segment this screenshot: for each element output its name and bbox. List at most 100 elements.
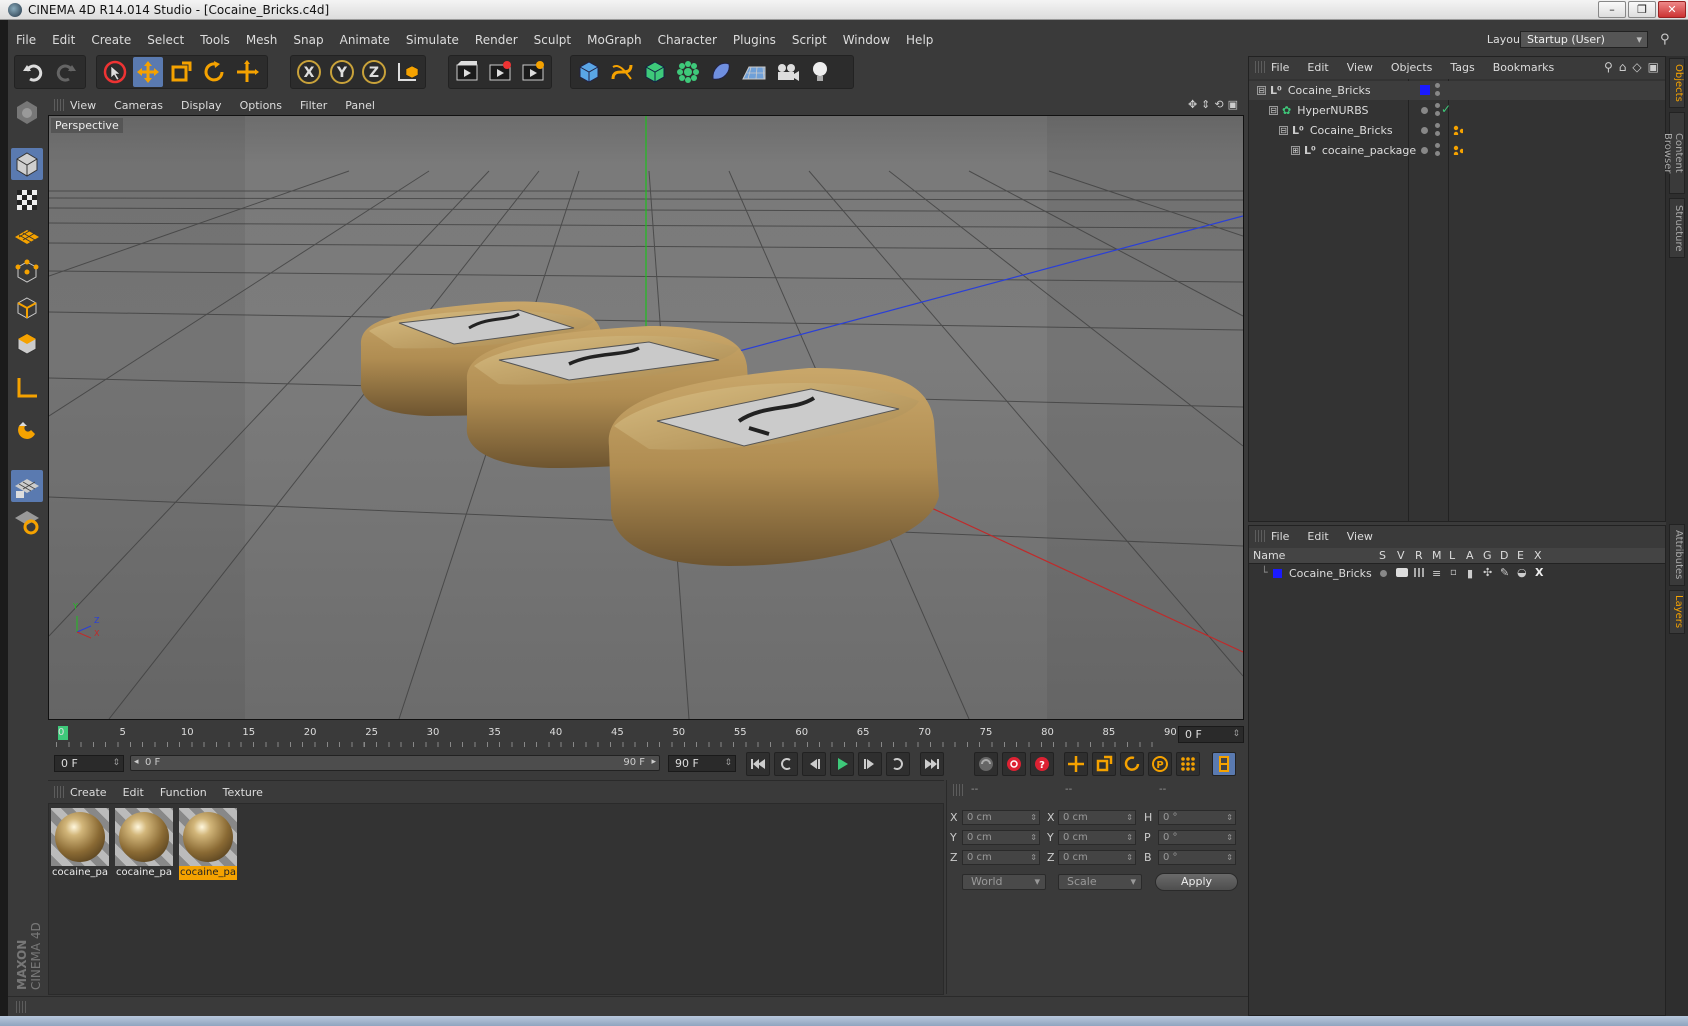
enabled-check-icon[interactable]: ✓ (1441, 102, 1451, 116)
layer-col-generators[interactable]: G (1483, 549, 1492, 562)
render-settings-icon[interactable] (518, 57, 548, 87)
layer-col-xref[interactable]: X (1534, 549, 1542, 562)
material-menu-edit[interactable]: Edit (123, 786, 144, 799)
size-y-field[interactable]: 0 cm (1058, 830, 1136, 845)
key-parameter-icon[interactable]: P (1148, 752, 1172, 776)
tab-structure[interactable]: Structure (1669, 198, 1685, 258)
rotate-view-icon[interactable]: ⟲ (1214, 98, 1223, 111)
next-keyframe-icon[interactable] (886, 752, 910, 776)
editor-visibility-dot[interactable] (1435, 103, 1440, 108)
z-axis-lock-icon[interactable]: Z (360, 57, 390, 87)
menu-sculpt[interactable]: Sculpt (534, 33, 571, 47)
move-tool-icon[interactable] (133, 57, 163, 87)
viewport-camera-label[interactable]: Perspective (51, 118, 123, 133)
panel-maximize-icon[interactable]: ▣ (1648, 60, 1659, 74)
pos-x-field[interactable]: 0 cm (962, 810, 1040, 825)
layer-lock-icon[interactable]: ▫ (1450, 567, 1457, 578)
layer-manager-icon[interactable]: ≡ (1432, 567, 1441, 580)
layer-menu-edit[interactable]: Edit (1307, 530, 1328, 543)
viewport-menu-options[interactable]: Options (240, 99, 282, 112)
texture-mode-icon[interactable] (11, 184, 43, 216)
menu-character[interactable]: Character (658, 33, 717, 47)
layer-col-solo[interactable]: S (1379, 549, 1386, 562)
layer-render-icon[interactable] (1414, 568, 1426, 577)
layer-col-expressions[interactable]: E (1517, 549, 1524, 562)
spline-pen-icon[interactable] (607, 57, 637, 87)
menu-mesh[interactable]: Mesh (246, 33, 278, 47)
render-visibility-dot[interactable] (1435, 131, 1440, 136)
deformer-icon[interactable] (706, 57, 736, 87)
layer-row[interactable]: └ Cocaine_Bricks ≡ ▫ ▮ ✣ ✎ ◒ X (1249, 566, 1665, 582)
key-rotation-icon[interactable] (1120, 752, 1144, 776)
nurbs-generator-icon[interactable] (640, 57, 670, 87)
pos-z-field[interactable]: 0 cm (962, 850, 1040, 865)
axis-mode-icon[interactable] (11, 372, 43, 404)
viewport-menu-cameras[interactable]: Cameras (114, 99, 163, 112)
object-menu-objects[interactable]: Objects (1391, 61, 1433, 74)
workplane-lock-icon[interactable] (11, 470, 43, 502)
expand-toggle-icon[interactable]: ⊟ (1279, 126, 1288, 135)
make-editable-icon[interactable] (11, 96, 43, 128)
home-icon[interactable]: ⌂ (1619, 60, 1627, 74)
cube-object-icon[interactable] (574, 57, 604, 87)
object-menu-view[interactable]: View (1347, 61, 1373, 74)
tab-content-browser[interactable]: Content Browser (1662, 112, 1685, 194)
expand-toggle-icon[interactable]: ⊟ (1269, 106, 1278, 115)
menu-simulate[interactable]: Simulate (406, 33, 459, 47)
menu-snap[interactable]: Snap (293, 33, 323, 47)
render-visibility-dot[interactable] (1435, 111, 1440, 116)
menu-create[interactable]: Create (91, 33, 131, 47)
layer-col-view[interactable]: V (1397, 549, 1405, 562)
play-forwards-icon[interactable] (830, 752, 854, 776)
layer-solo-toggle[interactable] (1380, 570, 1387, 577)
material-swatch-selected[interactable]: cocaine_pa (179, 808, 237, 882)
material-list[interactable]: cocaine_pa cocaine_pa cocaine_pa (48, 803, 944, 995)
perspective-viewport[interactable]: Perspective Y Z X (48, 115, 1244, 720)
editor-visibility-dot[interactable] (1435, 123, 1440, 128)
timeline-ruler[interactable]: 0 5 10 15 20 25 30 35 40 45 50 55 60 65 70 75 80 85 90 0 F (48, 722, 1244, 748)
material-menu-create[interactable]: Create (70, 786, 107, 799)
cocaine-brick-3[interactable] (608, 368, 939, 566)
rotate-tool-icon[interactable] (199, 57, 229, 87)
edges-mode-icon[interactable] (11, 292, 43, 324)
layer-deformers-icon[interactable]: ✎ (1500, 566, 1509, 579)
layout-select[interactable]: Startup (User) (1520, 31, 1648, 48)
menu-animate[interactable]: Animate (340, 33, 390, 47)
floor-environment-icon[interactable] (739, 57, 769, 87)
viewport-menu-panel[interactable]: Panel (345, 99, 375, 112)
panel-grip-icon[interactable] (54, 99, 64, 111)
redo-icon[interactable] (51, 57, 81, 87)
layer-xref-icon[interactable]: X (1535, 566, 1543, 579)
move-view-icon[interactable]: ✥ (1188, 98, 1197, 111)
material-panel-grip-icon[interactable] (54, 786, 64, 798)
points-mode-icon[interactable] (11, 256, 43, 288)
layer-view-eye-icon[interactable] (1396, 568, 1408, 577)
layer-menu-view[interactable]: View (1347, 530, 1373, 543)
layer-panel-grip-icon[interactable] (1255, 530, 1265, 542)
layer-menu-file[interactable]: File (1271, 530, 1289, 543)
object-row[interactable]: ⊟ ✿ HyperNURBS ✓ (1249, 101, 1665, 120)
preview-range-slider[interactable]: ◂ 0 F 90 F ▸ (130, 755, 660, 771)
object-menu-bookmarks[interactable]: Bookmarks (1493, 61, 1554, 74)
editor-visibility-dot[interactable] (1435, 143, 1440, 148)
light-icon[interactable] (805, 57, 835, 87)
key-point-level-icon[interactable] (1176, 752, 1200, 776)
expand-toggle-icon[interactable]: ⊞ (1291, 146, 1300, 155)
viewport-menu-filter[interactable]: Filter (300, 99, 327, 112)
camera-icon[interactable] (772, 57, 802, 87)
menu-help[interactable]: Help (906, 33, 933, 47)
layer-color-swatch[interactable] (1273, 569, 1282, 578)
render-picture-viewer-icon[interactable] (485, 57, 515, 87)
menu-edit[interactable]: Edit (52, 33, 75, 47)
rot-h-field[interactable]: 0 ° (1158, 810, 1236, 825)
object-row[interactable]: ⊟ L⁰ Cocaine_Bricks (1249, 121, 1665, 140)
search-icon[interactable]: ⚲ (1660, 32, 1676, 48)
object-menu-tags[interactable]: Tags (1450, 61, 1474, 74)
workplane-mode-icon[interactable] (11, 220, 43, 252)
previous-keyframe-icon[interactable] (774, 752, 798, 776)
snap-settings-icon[interactable] (11, 506, 43, 538)
next-frame-icon[interactable] (858, 752, 882, 776)
size-x-field[interactable]: 0 cm (1058, 810, 1136, 825)
tab-attributes[interactable]: Attributes (1669, 524, 1685, 586)
go-to-start-icon[interactable] (746, 752, 770, 776)
